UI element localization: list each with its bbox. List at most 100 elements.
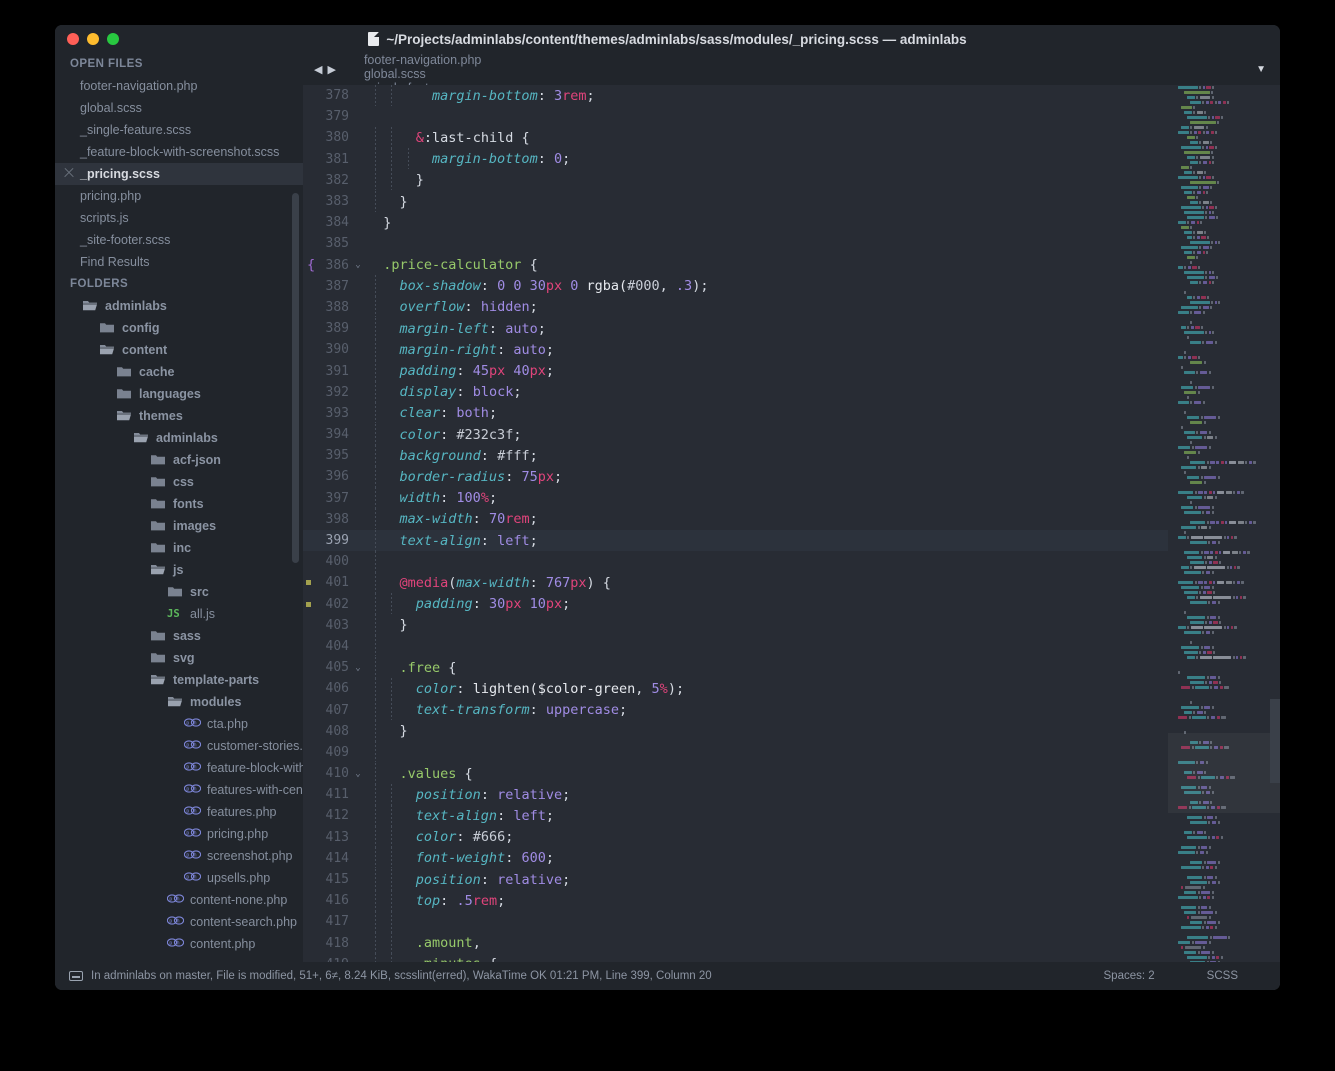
- tab-nav-arrows[interactable]: ◀ ▶: [303, 53, 348, 85]
- tree-file-item[interactable]: phscreenshot.php: [55, 845, 303, 867]
- tree-folder-item[interactable]: modules: [55, 691, 303, 713]
- tree-file-item[interactable]: phcustomer-stories.php: [55, 735, 303, 757]
- code-line[interactable]: 397 width: 100%;: [303, 488, 1280, 509]
- tree-folder-item[interactable]: inc: [55, 537, 303, 559]
- code-line[interactable]: 389 margin-left: auto;: [303, 318, 1280, 339]
- code-line[interactable]: 408 }: [303, 721, 1280, 742]
- tree-folder-item[interactable]: fonts: [55, 493, 303, 515]
- fold-chevron-icon[interactable]: ⌄: [351, 260, 365, 270]
- sidebar-vertical-scrollbar[interactable]: [292, 193, 299, 563]
- tree-file-item[interactable]: phpricing.php: [55, 823, 303, 845]
- tree-file-item[interactable]: phcontent-search.php: [55, 911, 303, 933]
- code-line[interactable]: 407 text-transform: uppercase;: [303, 699, 1280, 720]
- fold-chevron-icon[interactable]: ⌄: [351, 769, 365, 779]
- tree-folder-item[interactable]: languages: [55, 383, 303, 405]
- open-file-item[interactable]: global.scss: [55, 97, 303, 119]
- minimap-viewport[interactable]: [1168, 733, 1280, 813]
- code-line[interactable]: 382 }: [303, 170, 1280, 191]
- code-line[interactable]: 388 overflow: hidden;: [303, 297, 1280, 318]
- tree-file-item[interactable]: phcta.php: [55, 713, 303, 735]
- code-line[interactable]: 410⌄ .values {: [303, 763, 1280, 784]
- open-file-item[interactable]: pricing.php: [55, 185, 303, 207]
- code-line[interactable]: 406 color: lighten($color-green, 5%);: [303, 678, 1280, 699]
- tree-folder-item[interactable]: config: [55, 317, 303, 339]
- close-window-button[interactable]: [67, 33, 79, 45]
- code-line[interactable]: 417: [303, 911, 1280, 932]
- open-file-item[interactable]: _site-footer.scss: [55, 229, 303, 251]
- code-line[interactable]: 383 }: [303, 191, 1280, 212]
- tree-folder-item[interactable]: images: [55, 515, 303, 537]
- tab-next-icon[interactable]: ▶: [327, 63, 335, 76]
- code-line[interactable]: 384 }: [303, 212, 1280, 233]
- code-line[interactable]: 411 position: relative;: [303, 784, 1280, 805]
- code-line[interactable]: 404: [303, 636, 1280, 657]
- tab-prev-icon[interactable]: ◀: [314, 63, 322, 76]
- code-line[interactable]: 414 font-weight: 600;: [303, 848, 1280, 869]
- editor-vertical-scrollbar[interactable]: [1270, 699, 1280, 783]
- tree-folder-item[interactable]: src: [55, 581, 303, 603]
- tree-folder-item[interactable]: sass: [55, 625, 303, 647]
- tree-folder-item[interactable]: cache: [55, 361, 303, 383]
- code-minimap[interactable]: [1168, 85, 1280, 990]
- tree-folder-item[interactable]: acf-json: [55, 449, 303, 471]
- tree-folder-item[interactable]: content: [55, 339, 303, 361]
- tree-file-item[interactable]: phcontent.php: [55, 933, 303, 955]
- code-line[interactable]: 387 box-shadow: 0 0 30px 0 rgba(#000, .3…: [303, 276, 1280, 297]
- code-line[interactable]: {386⌄ .price-calculator {: [303, 255, 1280, 276]
- minimize-window-button[interactable]: [87, 33, 99, 45]
- open-file-item[interactable]: _single-feature.scss: [55, 119, 303, 141]
- code-line[interactable]: 400: [303, 551, 1280, 572]
- tree-folder-item[interactable]: themes: [55, 405, 303, 427]
- tree-folder-item[interactable]: adminlabs: [55, 427, 303, 449]
- editor-tab[interactable]: global.scss: [348, 67, 579, 81]
- fold-chevron-icon[interactable]: ⌄: [351, 663, 365, 673]
- code-line[interactable]: 409: [303, 742, 1280, 763]
- code-line[interactable]: 379: [303, 106, 1280, 127]
- indentation-status[interactable]: Spaces: 2: [1104, 970, 1155, 982]
- tree-file-item[interactable]: phupsells.php: [55, 867, 303, 889]
- code-line[interactable]: 418 .amount,: [303, 933, 1280, 954]
- code-line[interactable]: 403 }: [303, 615, 1280, 636]
- open-file-item[interactable]: _pricing.scss: [55, 163, 303, 185]
- close-file-icon[interactable]: [63, 167, 75, 179]
- editor-tab[interactable]: footer-navigation.php: [348, 53, 579, 67]
- code-line[interactable]: 405⌄ .free {: [303, 657, 1280, 678]
- code-line[interactable]: 412 text-align: left;: [303, 805, 1280, 826]
- tree-file-item[interactable]: phfeature-block-with-scre: [55, 757, 303, 779]
- tree-file-item[interactable]: phcontent-none.php: [55, 889, 303, 911]
- chevron-down-icon[interactable]: ▼: [1242, 53, 1280, 85]
- tree-folder-item[interactable]: template-parts: [55, 669, 303, 691]
- tree-folder-item[interactable]: js: [55, 559, 303, 581]
- grammar-status[interactable]: SCSS: [1207, 970, 1238, 982]
- open-file-item[interactable]: scripts.js: [55, 207, 303, 229]
- sidebar-tree-view[interactable]: OPEN FILES footer-navigation.phpglobal.s…: [55, 53, 303, 990]
- open-file-item[interactable]: Find Results: [55, 251, 303, 273]
- code-line[interactable]: 393 clear: both;: [303, 403, 1280, 424]
- code-line[interactable]: 381 margin-bottom: 0;: [303, 149, 1280, 170]
- code-line[interactable]: 391 padding: 45px 40px;: [303, 360, 1280, 381]
- code-line[interactable]: 413 color: #666;: [303, 827, 1280, 848]
- code-line[interactable]: 385: [303, 233, 1280, 254]
- tree-folder-item[interactable]: css: [55, 471, 303, 493]
- code-line[interactable]: 401 @media(max-width: 767px) {: [303, 572, 1280, 593]
- code-line[interactable]: 395 background: #fff;: [303, 445, 1280, 466]
- code-line[interactable]: 416 top: .5rem;: [303, 890, 1280, 911]
- code-line[interactable]: 390 margin-right: auto;: [303, 339, 1280, 360]
- code-line[interactable]: 392 display: block;: [303, 382, 1280, 403]
- code-line[interactable]: 394 color: #232c3f;: [303, 424, 1280, 445]
- tree-folder-item[interactable]: adminlabs: [55, 295, 303, 317]
- tree-folder-item[interactable]: svg: [55, 647, 303, 669]
- code-line[interactable]: 396 border-radius: 75px;: [303, 466, 1280, 487]
- code-line[interactable]: 380 &:last-child {: [303, 127, 1280, 148]
- code-line[interactable]: 402 padding: 30px 10px;: [303, 594, 1280, 615]
- tree-file-item[interactable]: JSall.js: [55, 603, 303, 625]
- code-line[interactable]: 399 text-align: left;: [303, 530, 1280, 551]
- code-line[interactable]: 378 margin-bottom: 3rem;: [303, 85, 1280, 106]
- open-file-item[interactable]: footer-navigation.php: [55, 75, 303, 97]
- open-file-item[interactable]: _feature-block-with-screenshot.scss: [55, 141, 303, 163]
- code-line[interactable]: 398 max-width: 70rem;: [303, 509, 1280, 530]
- tree-file-item[interactable]: phfeatures.php: [55, 801, 303, 823]
- code-line[interactable]: 415 position: relative;: [303, 869, 1280, 890]
- code-editor-surface[interactable]: 378 margin-bottom: 3rem;379380 &:last-ch…: [303, 85, 1280, 990]
- tree-file-item[interactable]: phfeatures-with-center-im: [55, 779, 303, 801]
